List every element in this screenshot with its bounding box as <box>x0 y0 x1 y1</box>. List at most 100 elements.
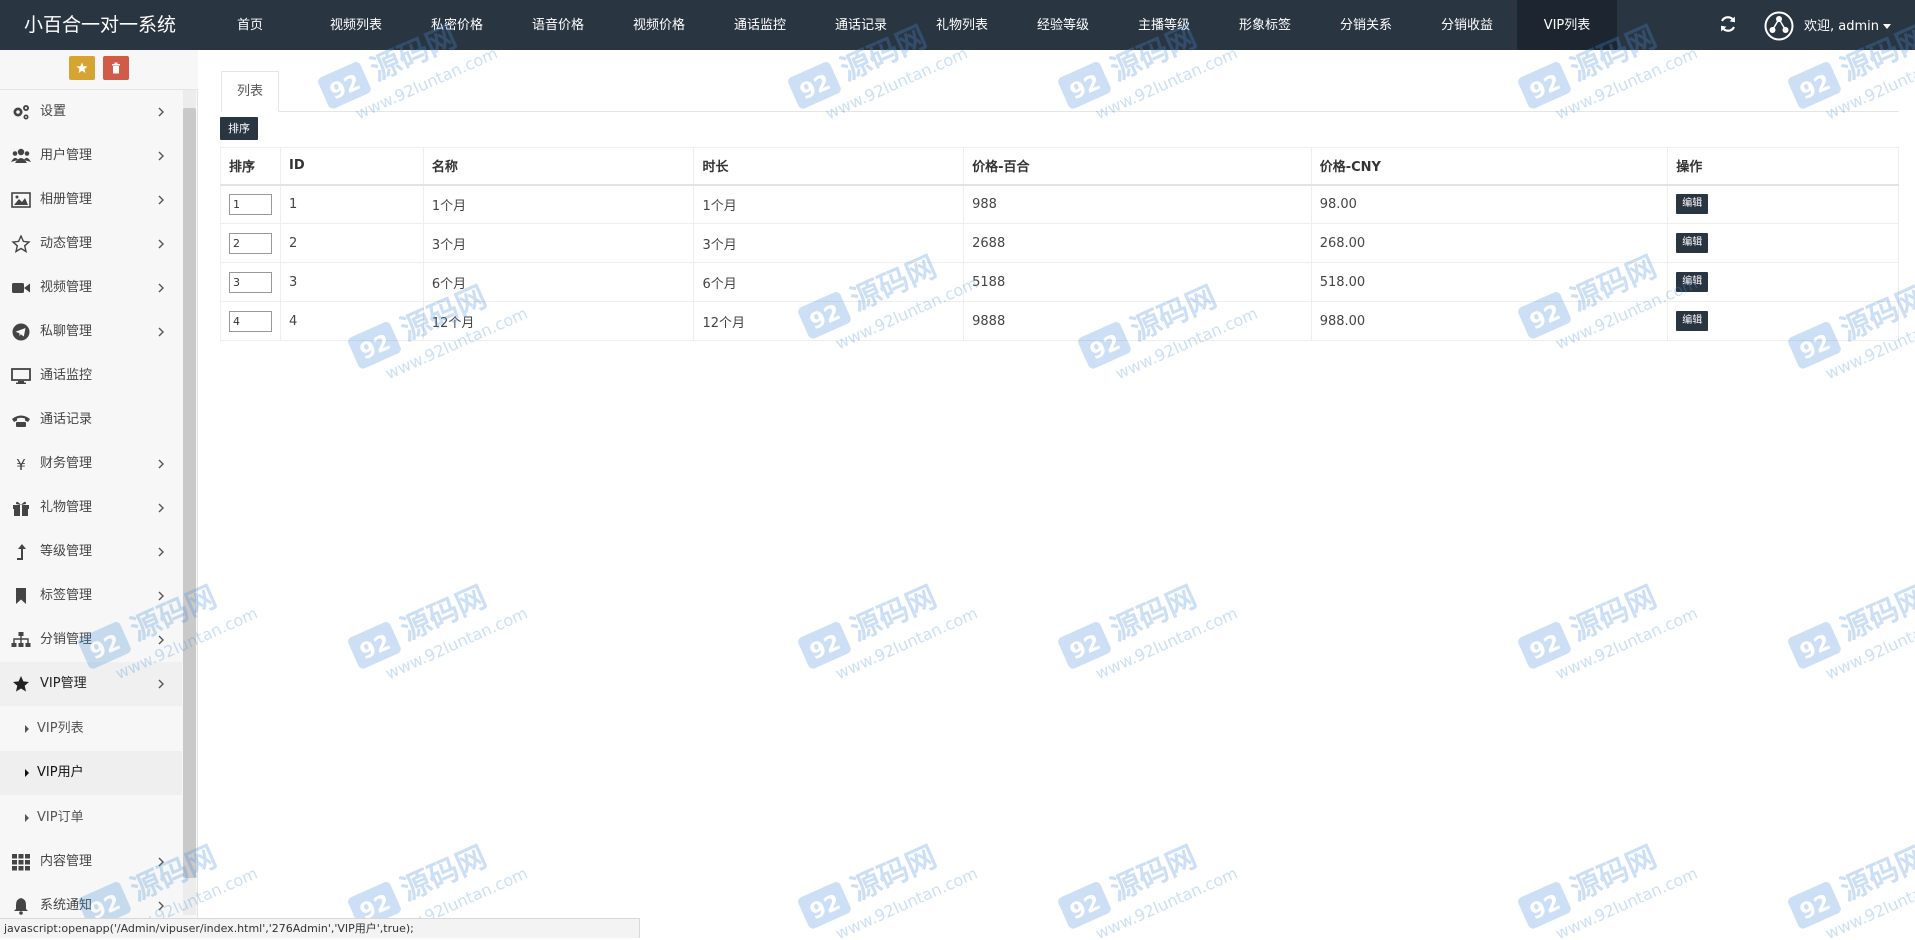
tab-list[interactable]: 列表 <box>221 71 279 112</box>
sidebar-item-distribution[interactable]: 分销管理 <box>0 618 182 662</box>
sort-cell <box>220 301 281 341</box>
sidebar-subitem-vip-orders[interactable]: VIP订单 <box>0 796 182 840</box>
caret-right-icon <box>25 769 29 777</box>
column-header-name: 名称 <box>422 147 695 186</box>
nav-voice-price[interactable]: 语音价格 <box>520 0 596 50</box>
sidebar-item-settings[interactable]: 设置 <box>0 90 182 134</box>
chevron-right-icon <box>158 635 164 645</box>
nav-distribution-relation[interactable]: 分销关系 <box>1328 0 1404 50</box>
chevron-right-icon <box>158 901 164 911</box>
sort-button[interactable]: 排序 <box>220 117 258 140</box>
duration-cell: 12个月 <box>693 301 965 341</box>
sidebar-scrollbar[interactable] <box>183 108 196 878</box>
chevron-right-icon <box>158 283 164 293</box>
sidebar-item-label: VIP管理 <box>40 676 87 691</box>
top-navbar: 小百合一对一系统 首页 视频列表 私密价格 语音价格 视频价格 通话监控 通话记… <box>0 0 1915 50</box>
sidebar-item-label: 分销管理 <box>40 632 93 647</box>
table-row: 1 1个月 1个月 988 98.00 编辑 <box>220 184 1899 224</box>
chevron-right-icon <box>158 591 164 601</box>
actions-cell: 编辑 <box>1667 301 1899 341</box>
sidebar-item-vip[interactable]: VIP管理 <box>0 662 182 706</box>
column-header-sort: 排序 <box>220 147 281 186</box>
star-icon <box>13 676 29 692</box>
name-cell: 1个月 <box>422 184 695 224</box>
name-cell: 12个月 <box>422 301 695 341</box>
nav-exp-level[interactable]: 经验等级 <box>1025 0 1101 50</box>
price-lily-cell: 988 <box>963 184 1312 224</box>
gift-icon <box>13 501 29 516</box>
chevron-right-icon <box>158 679 164 689</box>
table-header-row: 排序 ID 名称 时长 价格-百合 价格-CNY 操作 <box>220 147 1899 186</box>
nav-call-monitor[interactable]: 通话监控 <box>722 0 798 50</box>
phone-icon <box>12 415 30 427</box>
users-icon <box>11 148 31 163</box>
nav-home[interactable]: 首页 <box>218 0 282 50</box>
nav-gift-list[interactable]: 礼物列表 <box>924 0 1000 50</box>
edit-button[interactable]: 编辑 <box>1676 272 1709 292</box>
browser-status-bar: javascript:openapp('/Admin/vipuser/index… <box>0 918 640 938</box>
nav-vip-list[interactable]: VIP列表 <box>1517 0 1617 50</box>
shortcut-button-favorite[interactable] <box>69 56 95 80</box>
price-cny-cell: 98.00 <box>1310 184 1669 224</box>
user-avatar-icon[interactable] <box>1764 11 1794 41</box>
id-cell: 3 <box>280 262 424 302</box>
edit-button[interactable]: 编辑 <box>1676 194 1709 215</box>
duration-cell: 6个月 <box>693 262 965 302</box>
sort-order-input[interactable] <box>229 193 272 215</box>
edit-button[interactable]: 编辑 <box>1676 311 1709 331</box>
edit-button[interactable]: 编辑 <box>1676 233 1709 253</box>
video-camera-icon <box>12 283 30 293</box>
sidebar-item-label: 私聊管理 <box>40 324 93 339</box>
sidebar-item-finance[interactable]: ¥ 财务管理 <box>0 442 182 486</box>
chevron-right-icon <box>158 503 164 513</box>
id-cell: 2 <box>280 223 424 263</box>
sidebar-item-label: 财务管理 <box>40 456 93 471</box>
sidebar-item-label: 设置 <box>40 104 67 119</box>
sidebar-item-tags[interactable]: 标签管理 <box>0 574 182 618</box>
sort-order-input[interactable] <box>229 232 272 254</box>
sidebar-subitem-vip-users[interactable]: VIP用户 <box>0 751 182 795</box>
telegram-icon <box>12 323 30 341</box>
sidebar-item-videos[interactable]: 视频管理 <box>0 266 182 310</box>
app-title[interactable]: 小百合一对一系统 <box>0 0 200 50</box>
chevron-right-icon <box>158 195 164 205</box>
nav-video-price[interactable]: 视频价格 <box>621 0 697 50</box>
nav-video-list[interactable]: 视频列表 <box>318 0 394 50</box>
sidebar-subitem-vip-list[interactable]: VIP列表 <box>0 707 182 751</box>
sidebar-item-call-monitor[interactable]: 通话监控 <box>0 354 182 398</box>
actions-cell: 编辑 <box>1667 223 1899 263</box>
refresh-icon[interactable] <box>1718 14 1738 34</box>
nav-distribution-income[interactable]: 分销收益 <box>1429 0 1505 50</box>
shortcut-button-delete[interactable] <box>103 56 129 80</box>
sort-order-input[interactable] <box>229 310 272 332</box>
shortcut-bar <box>0 50 198 90</box>
sidebar-item-levels[interactable]: 等级管理 <box>0 530 182 574</box>
sidebar-item-content[interactable]: 内容管理 <box>0 840 182 884</box>
nav-call-records[interactable]: 通话记录 <box>823 0 899 50</box>
sidebar-item-call-records[interactable]: 通话记录 <box>0 398 182 442</box>
name-cell: 3个月 <box>422 223 695 263</box>
chevron-right-icon <box>158 327 164 337</box>
sidebar-item-label: 礼物管理 <box>40 500 93 515</box>
name-cell: 6个月 <box>422 262 695 302</box>
sidebar-item-albums[interactable]: 相册管理 <box>0 178 182 222</box>
price-lily-cell: 9888 <box>963 301 1312 341</box>
table-row: 4 12个月 12个月 9888 988.00 编辑 <box>220 301 1899 341</box>
tab-strip <box>221 111 1899 112</box>
sidebar-item-private-chat[interactable]: 私聊管理 <box>0 310 182 354</box>
nav-image-tags[interactable]: 形象标签 <box>1227 0 1303 50</box>
sitemap-icon <box>11 632 31 647</box>
price-cny-cell: 268.00 <box>1310 223 1669 263</box>
sidebar-item-gifts[interactable]: 礼物管理 <box>0 486 182 530</box>
sidebar-item-moments[interactable]: 动态管理 <box>0 222 182 266</box>
chevron-right-icon <box>158 239 164 249</box>
actions-cell: 编辑 <box>1667 184 1899 224</box>
sort-order-input[interactable] <box>229 271 272 293</box>
sidebar-item-label: 相册管理 <box>40 192 93 207</box>
nav-private-price[interactable]: 私密价格 <box>419 0 495 50</box>
sort-cell <box>220 184 281 224</box>
sidebar-item-label: 动态管理 <box>40 236 93 251</box>
nav-anchor-level[interactable]: 主播等级 <box>1126 0 1202 50</box>
user-menu[interactable]: 欢迎, admin <box>1804 0 1891 50</box>
sidebar-item-users[interactable]: 用户管理 <box>0 134 182 178</box>
